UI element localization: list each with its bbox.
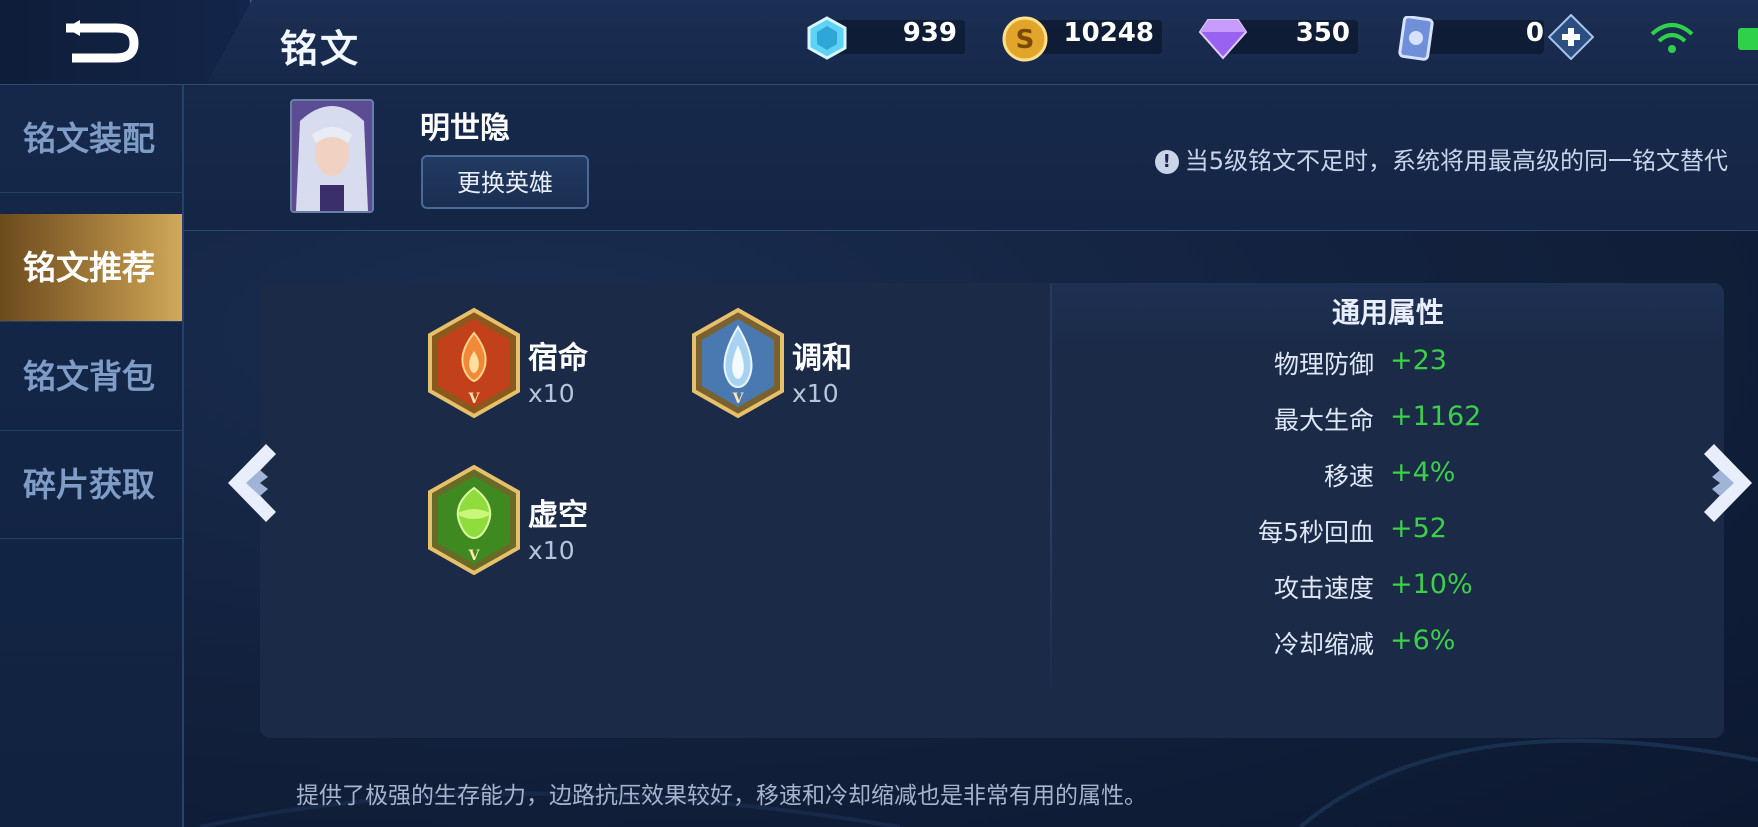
gold-resource: S 10248 [1002, 16, 1162, 62]
hero-row: 明世隐 更换英雄 ! 当5级铭文不足时，系统将用最高级的同一铭文替代 [184, 85, 1758, 231]
stat-value: +52 [1390, 513, 1447, 544]
stat-name: 移速 [1323, 462, 1374, 491]
svg-text:V: V [468, 548, 481, 564]
stat-value: +23 [1390, 345, 1447, 376]
sidebar-item-inscription-recommend[interactable]: 铭文推荐 [0, 214, 182, 322]
top-bar: 铭文 939 S 10248 350 0 [0, 0, 1758, 85]
blue-gem-icon [807, 16, 847, 60]
stat-name: 最大生命 [1273, 406, 1374, 435]
stat-value: +1162 [1390, 401, 1482, 432]
gem-resource: 939 [805, 16, 965, 60]
notice-text: 当5级铭文不足时，系统将用最高级的同一铭文替代 [1184, 147, 1728, 175]
coupon-count: 0 [1525, 18, 1544, 48]
stat-row: 最大生命 +1162 [1052, 401, 1724, 441]
rune-name: 虚空 [528, 498, 588, 533]
hero-portrait[interactable] [290, 99, 374, 213]
battery-icon [1738, 28, 1758, 50]
rune-harmony[interactable]: V 调和 x10 [690, 307, 1010, 427]
sidebar-item-fragment-acquire[interactable]: 碎片获取 [0, 431, 182, 539]
info-icon: ! [1154, 150, 1179, 174]
rune-count: x10 [528, 536, 575, 565]
gold-coin-icon: S [1002, 16, 1048, 62]
prev-page-arrow-icon[interactable] [222, 440, 286, 526]
gold-count: 10248 [1063, 18, 1154, 48]
page-title: 铭文 [280, 27, 361, 71]
stat-row: 物理防御 +23 [1052, 345, 1724, 385]
stat-name: 每5秒回血 [1258, 518, 1374, 547]
sidebar-item-inscription-bag[interactable]: 铭文背包 [0, 323, 182, 431]
hero-name: 明世隐 [420, 111, 510, 146]
back-button[interactable] [0, 0, 252, 84]
next-page-arrow-icon[interactable] [1696, 440, 1758, 526]
stat-row: 冷却缩减 +6% [1052, 625, 1724, 665]
replacement-notice: ! 当5级铭文不足时，系统将用最高级的同一铭文替代 [1154, 141, 1728, 176]
red-flame-rune-icon: V [428, 307, 520, 419]
stat-row: 攻击速度 +10% [1052, 569, 1724, 609]
stat-value: +4% [1390, 457, 1456, 488]
recommendation-description: 提供了极强的生存能力，边路抗压效果较好，移速和冷却缩减也是非常有用的属性。 [296, 783, 1147, 809]
rune-count: x10 [792, 379, 839, 408]
svg-text:S: S [1016, 25, 1035, 55]
stat-name: 物理防御 [1273, 350, 1374, 379]
coupon-resource: 0 [1396, 14, 1594, 61]
rune-name: 宿命 [528, 341, 588, 376]
blue-drop-rune-icon: V [692, 307, 784, 419]
stat-name: 冷却缩减 [1273, 630, 1374, 659]
rune-void[interactable]: V 虚空 x10 [426, 464, 746, 584]
inscription-screen: 铭文 939 S 10248 350 0 铭文装配 铭文推荐 铭文背包 碎片获取… [0, 0, 1758, 827]
wifi-icon [1650, 23, 1694, 53]
recommendation-panel: 通用属性 物理防御 +23 最大生命 +1162 移速 +4% 每5秒回血 +5… [260, 283, 1724, 738]
sidebar-item-inscription-equip[interactable]: 铭文装配 [0, 85, 182, 193]
stats-title: 通用属性 [1331, 296, 1444, 329]
stat-value: +10% [1390, 569, 1473, 600]
back-arrow-icon [66, 20, 139, 63]
purple-diamond-icon [1198, 19, 1248, 60]
diamond-resource: 350 [1198, 16, 1358, 60]
diamond-count: 350 [1295, 18, 1350, 48]
rune-count: x10 [528, 379, 575, 408]
stat-row: 移速 +4% [1052, 457, 1724, 497]
stat-row: 每5秒回血 +52 [1052, 513, 1724, 553]
add-coupon-button[interactable] [1548, 14, 1594, 60]
sidebar: 铭文装配 铭文推荐 铭文背包 碎片获取 [0, 85, 184, 827]
stat-name: 攻击速度 [1273, 574, 1374, 603]
rune-name: 调和 [792, 341, 852, 376]
change-hero-button[interactable]: 更换英雄 [421, 155, 589, 209]
hero-avatar-image [292, 101, 372, 211]
svg-text:V: V [732, 391, 745, 407]
stat-value: +6% [1390, 625, 1456, 656]
coupon-card-icon [1398, 16, 1434, 61]
gem-count: 939 [902, 18, 957, 48]
svg-text:V: V [468, 391, 481, 407]
green-leaf-rune-icon: V [428, 464, 520, 576]
